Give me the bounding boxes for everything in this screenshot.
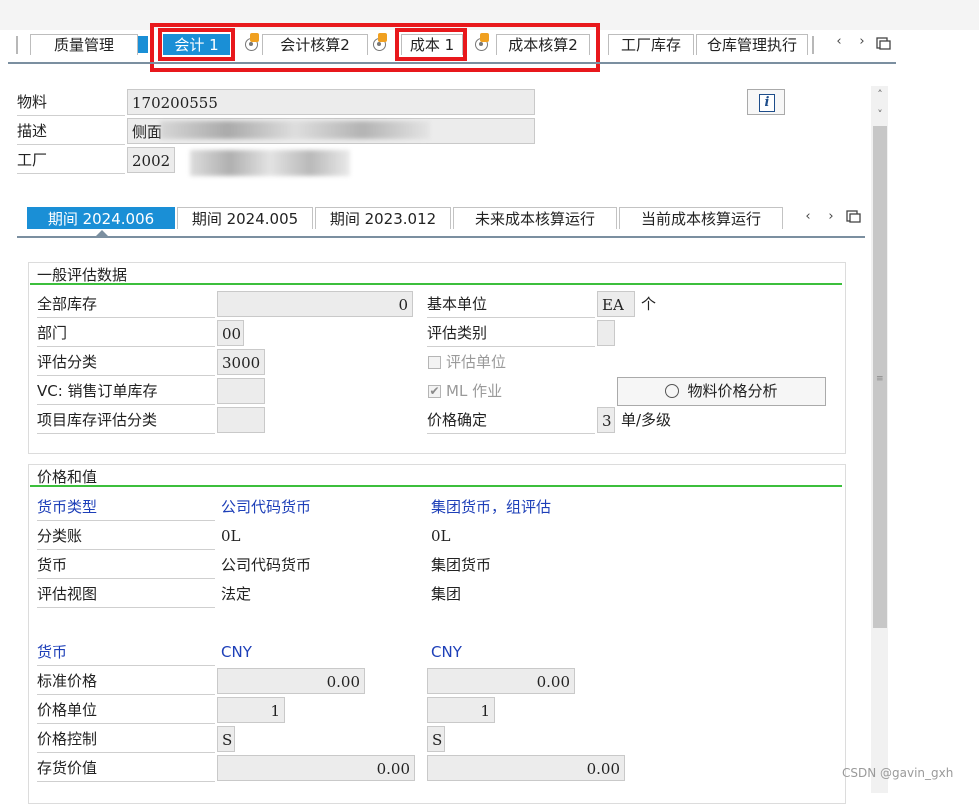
standard-price-field-2[interactable]: 0.00 <box>427 668 575 694</box>
watermark-text: CSDN @gavin_gxh <box>842 766 954 780</box>
ledger-label: 分类账 <box>37 523 215 550</box>
price-determination-field[interactable]: 3 <box>597 407 615 433</box>
price-determination-text: 单/多级 <box>621 411 672 429</box>
section-title: 价格和值 <box>37 468 98 486</box>
redacted-text <box>160 121 430 139</box>
stock-value-label: 存货价值 <box>37 755 215 782</box>
currency-value-2: 集团货币 <box>431 556 492 574</box>
tab-future-costing[interactable]: 未来成本核算运行 <box>453 207 617 229</box>
valuated-unit-checkbox[interactable] <box>428 356 441 369</box>
highlight-box-costing <box>395 28 467 61</box>
info-icon: i <box>759 94 775 112</box>
highlight-box-accounting <box>158 28 235 61</box>
period-tab-divider <box>17 236 865 238</box>
ml-active-label: ML 作业 <box>446 382 503 400</box>
total-stock-field[interactable]: 0 <box>217 291 413 317</box>
chevron-left-icon[interactable]: ‹ <box>832 34 846 50</box>
ledger-value-2: 0L <box>431 527 451 545</box>
vc-sales-order-stock-label: VC: 销售订单库存 <box>37 378 215 405</box>
valuation-view-value-1: 法定 <box>221 585 252 603</box>
price-unit-field-1[interactable]: 1 <box>217 697 285 723</box>
tab-separator <box>812 36 814 54</box>
total-stock-label: 全部库存 <box>37 291 215 318</box>
price-unit-field-2[interactable]: 1 <box>427 697 495 723</box>
price-determination-label: 价格确定 <box>427 407 595 434</box>
division-field[interactable]: 00 <box>217 320 244 346</box>
ledger-value-1: 0L <box>221 527 241 545</box>
standard-price-label: 标准价格 <box>37 668 215 695</box>
section-title: 一般评估数据 <box>37 266 128 284</box>
tab-period-2024-006[interactable]: 期间 2024.006 <box>27 207 175 229</box>
plant-label: 工厂 <box>17 147 125 174</box>
tab-quality-management[interactable]: 质量管理 <box>30 34 138 55</box>
tab-warehouse-mgmt[interactable]: 仓库管理执行 <box>696 34 808 55</box>
description-label: 描述 <box>17 118 125 145</box>
group-currency-header: 集团货币，组评估 <box>431 498 552 516</box>
material-field[interactable]: 170200555 <box>127 89 535 115</box>
currency-key-label: 货币 <box>37 639 215 666</box>
active-tab-caret <box>96 230 108 236</box>
project-stock-class-field[interactable] <box>217 407 265 433</box>
tab-period-2024-005[interactable]: 期间 2024.005 <box>177 207 313 229</box>
plant-field[interactable]: 2002 <box>127 147 175 173</box>
valuation-category-label: 评估类别 <box>427 320 595 347</box>
stock-value-field-2[interactable]: 0.00 <box>427 755 625 781</box>
tab-list-icon[interactable] <box>876 36 891 50</box>
scroll-down-icon[interactable]: ˅ <box>873 108 887 122</box>
tab-list-icon[interactable] <box>846 209 861 223</box>
tab-plant-stock[interactable]: 工厂库存 <box>608 34 694 55</box>
stock-value-field-1[interactable]: 0.00 <box>217 755 415 781</box>
material-price-analysis-button[interactable]: 物料价格分析 <box>617 377 826 406</box>
material-label: 物料 <box>17 89 125 116</box>
company-code-currency-header: 公司代码货币 <box>221 498 312 516</box>
tab-strip-divider <box>8 62 896 64</box>
chevron-right-icon[interactable]: › <box>855 34 869 50</box>
valuation-view-label: 评估视图 <box>37 581 215 608</box>
price-unit-label: 价格单位 <box>37 697 215 724</box>
info-button[interactable]: i <box>747 89 785 115</box>
redacted-text <box>190 150 350 176</box>
valuation-class-label: 评估分类 <box>37 349 215 376</box>
valuation-class-field[interactable]: 3000 <box>217 349 265 375</box>
chevron-right-icon[interactable]: › <box>824 209 838 225</box>
currency-key-value-1: CNY <box>221 643 252 661</box>
scroll-up-icon[interactable]: ˄ <box>873 88 887 102</box>
valuated-unit-label: 评估单位 <box>446 353 507 371</box>
tab-separator <box>16 36 18 54</box>
price-analysis-icon <box>665 384 680 398</box>
tab-marker-icon <box>138 36 148 53</box>
scroll-grip-icon: ≡ <box>876 374 884 384</box>
price-control-label: 价格控制 <box>37 726 215 753</box>
currency-value-1: 公司代码货币 <box>221 556 312 574</box>
base-unit-label: 基本单位 <box>427 291 595 318</box>
chevron-left-icon[interactable]: ‹ <box>801 209 815 225</box>
currency-type-label: 货币类型 <box>37 494 215 521</box>
division-label: 部门 <box>37 320 215 347</box>
currency-label: 货币 <box>37 552 215 579</box>
valuation-category-field[interactable] <box>597 320 615 346</box>
tab-current-costing[interactable]: 当前成本核算运行 <box>619 207 783 229</box>
tab-period-2023-012[interactable]: 期间 2023.012 <box>315 207 451 229</box>
section-underline <box>30 485 842 487</box>
currency-key-value-2: CNY <box>431 643 462 661</box>
ml-active-checkbox[interactable]: ✔ <box>428 385 441 398</box>
base-unit-field[interactable]: EA <box>597 291 635 317</box>
price-control-field-1[interactable]: S <box>217 726 235 752</box>
vc-sales-order-stock-field[interactable] <box>217 378 265 404</box>
standard-price-field-1[interactable]: 0.00 <box>217 668 365 694</box>
project-stock-class-label: 项目库存评估分类 <box>37 407 215 434</box>
section-underline <box>30 283 842 285</box>
price-analysis-label: 物料价格分析 <box>687 382 778 400</box>
price-control-field-2[interactable]: S <box>427 726 445 752</box>
valuation-view-value-2: 集团 <box>431 585 462 603</box>
base-unit-text: 个 <box>641 295 657 313</box>
